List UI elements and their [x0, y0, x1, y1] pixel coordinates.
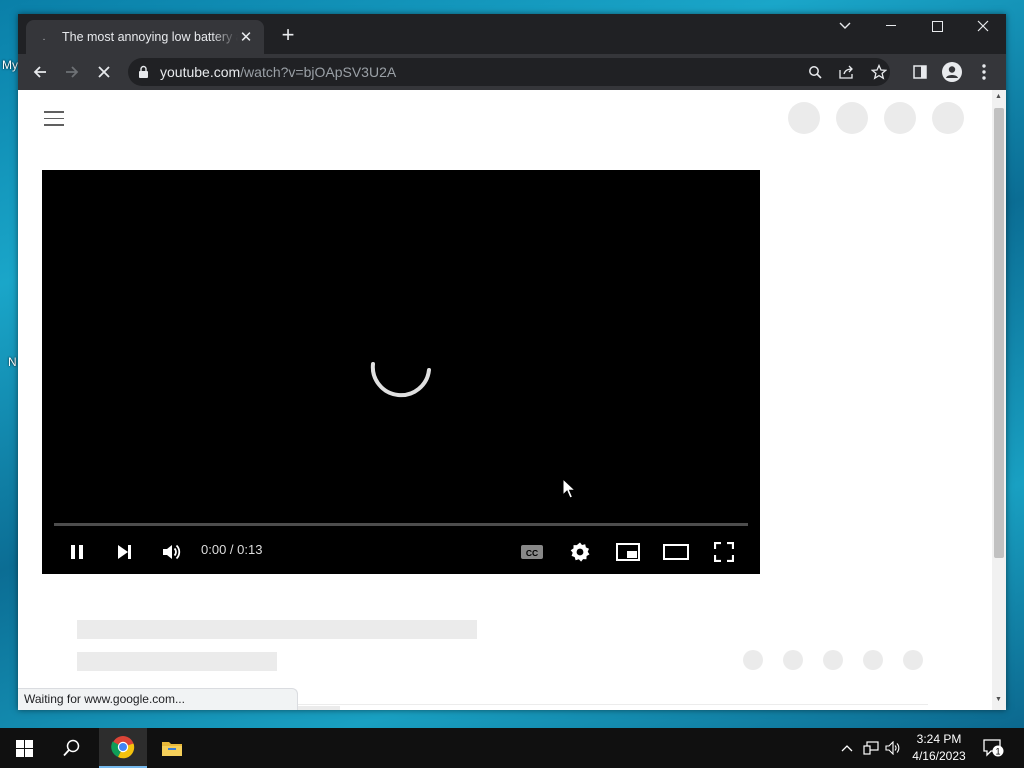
url-text[interactable]: youtube.com/watch?v=bjOApSV3U2A	[160, 64, 396, 80]
title-bar: . The most annoying low battery alert so…	[18, 14, 1006, 54]
network-icon[interactable]	[862, 740, 880, 756]
notification-count: 1	[995, 747, 1000, 757]
system-clock[interactable]: 3:24 PM 4/16/2023	[906, 731, 972, 765]
tab-close-icon[interactable]: ✕	[238, 28, 254, 46]
progress-bar[interactable]	[54, 523, 748, 526]
hamburger-menu-icon[interactable]	[44, 111, 64, 126]
desktop-icon-label[interactable]: N	[8, 355, 17, 369]
action-placeholder-dot	[783, 650, 803, 670]
tab-loading-favicon: .	[42, 31, 46, 43]
action-placeholder-dot	[743, 650, 763, 670]
lock-icon[interactable]	[138, 65, 149, 82]
back-button[interactable]	[27, 59, 53, 85]
stop-loading-button[interactable]	[91, 59, 117, 85]
fullscreen-button[interactable]	[708, 538, 740, 566]
description-placeholder	[298, 706, 340, 710]
action-placeholder-dot	[863, 650, 883, 670]
time-display: 0:00 / 0:13	[201, 542, 263, 557]
header-placeholder-circle	[932, 102, 964, 134]
youtube-page: 0:00 / 0:13 CC	[18, 90, 992, 710]
volume-icon[interactable]	[884, 740, 902, 756]
svg-text:CC: CC	[526, 548, 538, 558]
settings-gear-icon[interactable]	[564, 538, 596, 566]
minimize-button[interactable]	[868, 14, 914, 38]
forward-button[interactable]	[59, 59, 85, 85]
mouse-cursor-icon	[562, 478, 576, 499]
side-panel-icon[interactable]	[910, 62, 930, 82]
start-button[interactable]	[0, 728, 48, 768]
status-bubble: Waiting for www.google.com...	[18, 688, 298, 710]
notification-center-icon[interactable]: 1	[982, 739, 1006, 757]
scroll-thumb[interactable]	[994, 108, 1004, 558]
scroll-up-arrow-icon[interactable]: ▲	[995, 93, 1002, 100]
profile-icon[interactable]	[942, 62, 962, 82]
taskbar: 3:24 PM 4/16/2023 1	[0, 728, 1024, 768]
new-tab-button[interactable]: +	[276, 24, 300, 48]
video-player[interactable]: 0:00 / 0:13 CC	[42, 170, 760, 574]
header-placeholder-circle	[836, 102, 868, 134]
title-placeholder	[77, 620, 477, 639]
tab-title: The most annoying low battery alert soun…	[62, 30, 238, 44]
tab-youtube[interactable]: . The most annoying low battery alert so…	[26, 20, 264, 54]
volume-button[interactable]	[155, 538, 187, 566]
menu-dots-icon[interactable]	[974, 62, 994, 82]
theater-mode-button[interactable]	[660, 538, 692, 566]
scroll-down-arrow-icon[interactable]: ▼	[995, 696, 1002, 703]
miniplayer-button[interactable]	[612, 538, 644, 566]
clock-time: 3:24 PM	[916, 732, 962, 746]
chrome-taskbar-icon[interactable]	[99, 728, 147, 768]
clock-date: 4/16/2023	[912, 749, 966, 763]
share-icon[interactable]	[838, 63, 856, 81]
tab-search-button[interactable]	[822, 14, 868, 38]
pause-button[interactable]	[61, 538, 93, 566]
header-placeholder-circle	[788, 102, 820, 134]
loading-spinner-icon	[370, 362, 431, 398]
captions-button[interactable]: CC	[516, 538, 548, 566]
header-placeholder-circle	[884, 102, 916, 134]
bookmark-star-icon[interactable]	[870, 63, 888, 81]
channel-placeholder	[77, 652, 277, 671]
desktop-icon-label[interactable]: My	[2, 58, 18, 72]
next-button[interactable]	[108, 538, 140, 566]
action-placeholder-dot	[903, 650, 923, 670]
search-icon[interactable]	[806, 63, 824, 81]
file-explorer-icon[interactable]	[148, 728, 196, 768]
action-placeholder-dot	[823, 650, 843, 670]
show-hidden-icons-icon[interactable]	[838, 740, 856, 756]
browser-window: . The most annoying low battery alert so…	[18, 14, 1006, 710]
page-scrollbar[interactable]: ▲ ▼	[992, 90, 1006, 710]
maximize-button[interactable]	[914, 14, 960, 38]
taskbar-search-icon[interactable]	[48, 728, 96, 768]
address-bar[interactable]: youtube.com/watch?v=bjOApSV3U2A	[128, 58, 890, 86]
browser-toolbar: youtube.com/watch?v=bjOApSV3U2A	[18, 54, 1006, 90]
close-window-button[interactable]	[960, 14, 1006, 38]
